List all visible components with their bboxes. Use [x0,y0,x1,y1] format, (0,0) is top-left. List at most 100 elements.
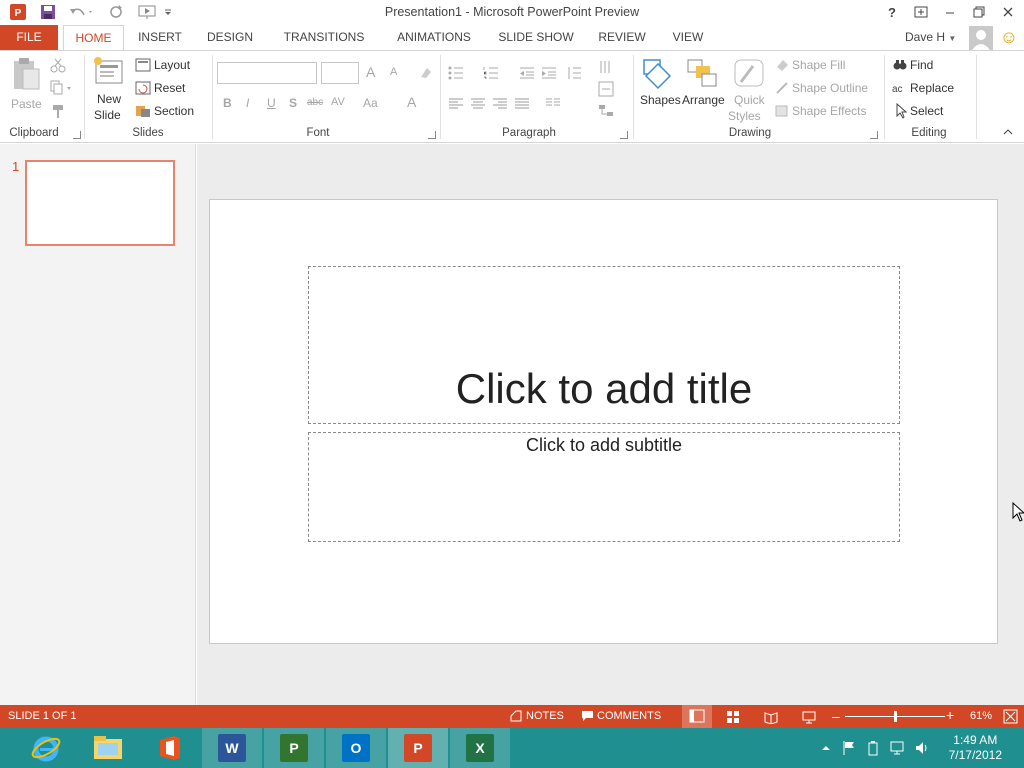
show-hidden-icons-icon[interactable] [821,743,831,753]
character-spacing-button[interactable]: AV [331,96,345,108]
comments-icon[interactable] [581,710,594,722]
reset-button[interactable]: Reset [154,81,185,95]
layout-button[interactable]: Layout [154,58,190,72]
align-left-icon[interactable] [448,97,464,113]
change-case-button[interactable]: Aa [363,96,378,110]
taskbar-app-excel[interactable]: X [450,728,510,768]
help-button[interactable]: ? [881,2,903,22]
new-slide-button[interactable]: New Slide [92,55,128,123]
taskbar-app-office[interactable] [140,728,200,768]
collapse-ribbon-icon[interactable] [1002,127,1014,137]
numbering-icon[interactable] [483,65,499,81]
volume-icon[interactable] [914,740,930,756]
battery-icon[interactable] [866,740,880,756]
increase-indent-icon[interactable] [541,65,557,81]
clear-formatting-icon[interactable] [418,65,434,81]
select-cursor-icon[interactable] [894,103,910,119]
shape-outline-icon[interactable] [774,80,790,96]
zoom-out-button[interactable]: – [832,709,842,723]
bullets-icon[interactable] [448,65,464,81]
zoom-in-button[interactable]: + [946,708,958,722]
section-icon[interactable] [135,103,151,119]
italic-button[interactable]: I [246,96,249,110]
shapes-button[interactable]: Shapes [638,56,681,124]
network-icon[interactable] [890,740,906,756]
font-name-combobox[interactable] [217,62,317,84]
shape-outline-button[interactable]: Shape Outline [792,81,868,95]
shrink-font-button[interactable]: A [390,66,397,78]
shape-effects-icon[interactable] [774,103,790,119]
line-spacing-icon[interactable] [566,65,582,81]
replace-icon[interactable]: ac [892,80,908,96]
layout-icon[interactable] [135,57,151,73]
smiley-feedback-icon[interactable]: ☺ [999,27,1019,47]
fit-slide-icon[interactable] [1003,709,1018,724]
select-button[interactable]: Select [910,104,943,118]
tab-insert[interactable]: INSERT [132,25,188,50]
ribbon-display-options-icon[interactable] [910,2,932,22]
paste-button[interactable]: Paste [8,57,44,117]
font-color-button[interactable]: A [407,94,416,110]
justify-icon[interactable] [514,97,530,113]
arrange-button[interactable]: Arrange [682,56,728,124]
slide-canvas[interactable]: Click to add title Click to add subtitle [209,199,998,644]
slide-thumbnail[interactable] [25,160,175,246]
grow-font-button[interactable]: A [366,64,375,80]
shape-fill-icon[interactable] [774,57,790,73]
align-text-icon[interactable] [598,81,614,97]
taskbar-app-outlook[interactable]: O [326,728,386,768]
tab-animations[interactable]: ANIMATIONS [388,25,480,50]
text-direction-icon[interactable] [598,59,614,75]
comments-button[interactable]: COMMENTS [597,710,661,722]
tab-file[interactable]: FILE [0,25,58,50]
tab-design[interactable]: DESIGN [199,25,261,50]
drawing-launcher-icon[interactable] [870,131,878,139]
font-size-combobox[interactable] [321,62,359,84]
columns-icon[interactable] [545,97,561,113]
action-center-flag-icon[interactable] [842,740,856,756]
align-right-icon[interactable] [492,97,508,113]
paragraph-launcher-icon[interactable] [620,131,628,139]
taskbar-app-internet-explorer[interactable] [16,728,76,768]
center-icon[interactable] [470,97,486,113]
close-icon[interactable] [997,2,1019,22]
tab-slide-show[interactable]: SLIDE SHOW [494,25,578,50]
tab-transitions[interactable]: TRANSITIONS [278,25,370,50]
replace-button[interactable]: Replace [910,81,954,95]
tab-home[interactable]: HOME [63,25,124,51]
minimize-icon[interactable] [939,2,961,22]
tab-view[interactable]: VIEW [664,25,712,50]
bold-button[interactable]: B [223,96,232,110]
taskbar-app-project[interactable]: P [264,728,324,768]
reset-icon[interactable] [135,80,151,96]
cut-icon[interactable] [50,57,66,73]
avatar[interactable] [969,26,993,50]
underline-button[interactable]: U [267,96,276,110]
subtitle-placeholder[interactable]: Click to add subtitle [308,432,900,542]
title-placeholder[interactable]: Click to add title [308,266,900,424]
section-button[interactable]: Section [154,104,194,118]
user-account[interactable]: Dave H ▼ [905,25,956,50]
decrease-indent-icon[interactable] [519,65,535,81]
taskbar-app-file-explorer[interactable] [78,728,138,768]
shape-fill-button[interactable]: Shape Fill [792,58,845,72]
zoom-slider[interactable] [845,711,945,722]
reading-view-icon[interactable] [764,710,778,724]
taskbar-app-word[interactable]: W [202,728,262,768]
shape-effects-button[interactable]: Shape Effects [792,104,867,118]
clipboard-launcher-icon[interactable] [73,131,81,139]
copy-icon[interactable] [50,80,71,96]
find-button[interactable]: Find [910,58,933,72]
system-clock[interactable]: 1:49 AM 7/17/2012 [949,733,1002,763]
zoom-level[interactable]: 61% [970,710,992,722]
notes-icon[interactable] [510,710,522,722]
slide-show-icon[interactable] [802,710,816,724]
font-launcher-icon[interactable] [428,131,436,139]
restore-icon[interactable] [968,2,990,22]
slide-sorter-icon[interactable] [726,710,740,724]
strikethrough-button[interactable]: abc [307,97,323,108]
smartart-icon[interactable] [598,103,614,119]
find-icon[interactable] [892,57,908,73]
normal-view-icon[interactable] [682,705,712,728]
taskbar-app-powerpoint[interactable]: P [388,728,448,768]
